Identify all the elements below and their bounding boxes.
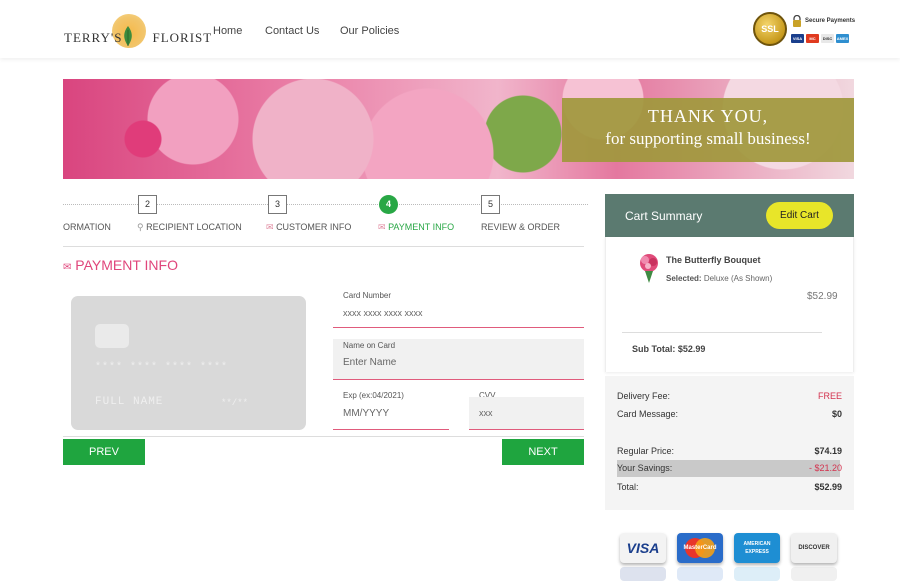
- mini-mastercard-icon: MC: [806, 34, 819, 43]
- step-2-number[interactable]: 2: [138, 195, 157, 214]
- site-logo[interactable]: TERRY'S FLORIST: [64, 14, 211, 50]
- step-2-label-text: RECIPIENT LOCATION: [146, 222, 242, 232]
- card-preview-expiry: **/**: [221, 398, 249, 408]
- banner-message: THANK YOU, for supporting small business…: [562, 98, 854, 162]
- card-preview-number: **** **** **** ****: [95, 362, 229, 373]
- envelope-icon: ✉: [266, 222, 274, 232]
- product-selected-value: Deluxe (As Shown): [703, 274, 773, 283]
- delivery-fee-label: Delivery Fee:: [617, 391, 671, 401]
- product-name[interactable]: The Butterfly Bouquet: [666, 255, 761, 265]
- payment-info-title: PAYMENT INFO: [75, 257, 178, 273]
- product-price: $52.99: [807, 291, 838, 302]
- regular-price-label: Regular Price:: [617, 446, 675, 456]
- name-on-card-label: Name on Card: [343, 341, 396, 350]
- cart-divider: [622, 332, 822, 333]
- logo-text: TERRY'S FLORIST: [64, 30, 212, 46]
- total-label: Total:: [617, 482, 639, 492]
- nav-home[interactable]: Home: [213, 25, 242, 37]
- mini-amex-icon: AMEX: [836, 34, 849, 43]
- expiry-input[interactable]: [343, 408, 443, 419]
- step-4-label[interactable]: ✉ PAYMENT INFO: [378, 222, 454, 233]
- amex-logo-icon: AMERICAN EXPRESS: [734, 533, 780, 563]
- step-1-label[interactable]: ORMATION: [63, 222, 111, 232]
- nav-contact-us[interactable]: Contact Us: [265, 25, 319, 37]
- cart-items: The Butterfly Bouquet Selected: Deluxe (…: [605, 237, 854, 372]
- mastercard-reflection: [677, 567, 723, 581]
- name-on-card-field: Name on Card: [333, 339, 584, 380]
- step-2-label[interactable]: ⚲ RECIPIENT LOCATION: [137, 222, 242, 233]
- secure-payments-label: Secure Payments: [805, 18, 856, 24]
- cvv-field: CVV: [469, 389, 584, 430]
- bouquet-thumbnail-icon[interactable]: [636, 252, 662, 284]
- location-pin-icon: ⚲: [137, 222, 144, 232]
- step-3-number[interactable]: 3: [268, 195, 287, 214]
- expiry-label: Exp (ex:04/2021): [343, 391, 404, 400]
- visa-logo-icon: VISA: [620, 533, 666, 563]
- discover-reflection: [791, 567, 837, 581]
- secure-payments-badge: SSL Secure Payments VISA MC DISC AMEX: [753, 12, 856, 48]
- amex-reflection: [734, 567, 780, 581]
- cart-summary-title: Cart Summary: [625, 209, 703, 223]
- mini-visa-icon: VISA: [791, 34, 804, 43]
- delivery-fee-value: FREE: [817, 391, 842, 401]
- name-on-card-input[interactable]: [343, 357, 573, 368]
- edit-cart-button[interactable]: Edit Cart: [766, 202, 833, 229]
- cvv-input[interactable]: [479, 408, 574, 418]
- logo-text-left: TERRY'S: [64, 30, 123, 45]
- cart-summary-header: Cart Summary Edit Cart: [605, 194, 854, 237]
- visa-reflection: [620, 567, 666, 581]
- envelope-icon: ✉: [63, 262, 72, 273]
- step-5-number[interactable]: 5: [481, 195, 500, 214]
- mastercard-label: MasterCard: [683, 545, 717, 551]
- card-number-input[interactable]: [343, 308, 573, 318]
- step-3-label-text: CUSTOMER INFO: [276, 222, 352, 232]
- discover-logo-icon: DISCOVER: [791, 533, 837, 563]
- regular-price-value: $74.19: [814, 446, 842, 456]
- ssl-seal-icon: SSL: [753, 12, 787, 46]
- mini-discover-icon: DISC: [821, 34, 834, 43]
- card-number-label: Card Number: [343, 291, 392, 300]
- mini-card-logos: VISA MC DISC AMEX: [791, 34, 849, 43]
- card-message-label: Card Message:: [617, 409, 679, 419]
- prev-button[interactable]: PREV: [63, 439, 145, 465]
- steps-divider: [63, 246, 584, 247]
- step-3-label[interactable]: ✉ CUSTOMER INFO: [266, 222, 351, 233]
- payment-info-heading: ✉ PAYMENT INFO: [63, 257, 178, 273]
- form-divider: [63, 436, 584, 437]
- lock-icon: [793, 15, 801, 27]
- product-selection: Selected: Deluxe (As Shown): [666, 274, 772, 283]
- nav-our-policies[interactable]: Our Policies: [340, 25, 399, 37]
- logo-text-right: FLORIST: [152, 30, 213, 45]
- banner-line-1: THANK YOU,: [647, 106, 769, 126]
- card-message-value: $0: [831, 409, 842, 419]
- product-selected-label: Selected:: [666, 274, 702, 283]
- mastercard-logo-icon: MasterCard: [677, 533, 723, 563]
- card-number-field: Card Number: [333, 288, 584, 328]
- savings-value: - $21.20: [808, 463, 842, 473]
- card-chip-icon: [95, 324, 129, 348]
- expiry-field: Exp (ex:04/2021): [333, 389, 449, 430]
- banner-line-2: for supporting small business!: [605, 129, 811, 148]
- subtotal: Sub Total: $52.99: [632, 344, 706, 354]
- site-header: TERRY'S FLORIST Home Contact Us Our Polic…: [0, 0, 900, 58]
- envelope-icon: ✉: [378, 222, 386, 232]
- step-4-label-text: PAYMENT INFO: [388, 222, 455, 232]
- card-preview: **** **** **** **** FULL NAME **/**: [71, 296, 306, 430]
- total-value: $52.99: [814, 482, 842, 492]
- next-button[interactable]: NEXT: [502, 439, 584, 465]
- card-preview-name: FULL NAME: [95, 396, 164, 408]
- step-5-label[interactable]: REVIEW & ORDER: [481, 222, 560, 232]
- step-4-number[interactable]: 4: [379, 195, 398, 214]
- savings-label: Your Savings:: [617, 463, 673, 473]
- order-totals: Delivery Fee: FREE Card Message: $0 Regu…: [605, 376, 854, 510]
